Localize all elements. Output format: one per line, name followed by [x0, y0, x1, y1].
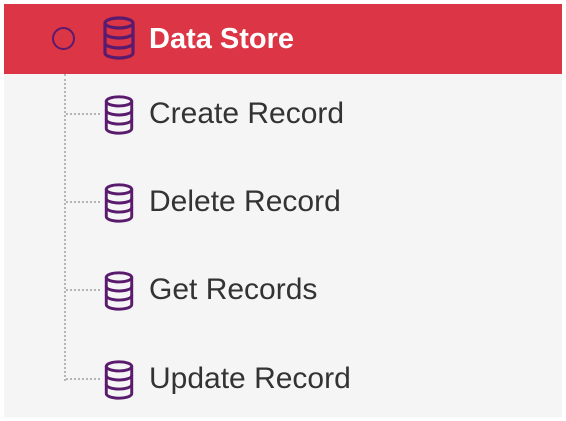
- expand-collapse-icon[interactable]: [52, 27, 75, 50]
- tree-view: Data Store Create Record Delete Record G…: [4, 4, 562, 417]
- database-icon: [104, 95, 134, 135]
- tree-item-delete-record[interactable]: Delete Record: [4, 172, 562, 232]
- tree-item-label: Get Records: [149, 273, 318, 306]
- tree-item-get-records[interactable]: Get Records: [4, 260, 562, 320]
- tree-item-create-record[interactable]: Create Record: [4, 84, 562, 144]
- database-icon: [104, 271, 134, 311]
- database-icon: [104, 183, 134, 223]
- tree-item-label: Delete Record: [149, 185, 341, 218]
- database-icon: [104, 360, 134, 400]
- tree-item-update-record[interactable]: Update Record: [4, 349, 562, 409]
- database-icon: [103, 16, 135, 60]
- tree-connector: [66, 113, 100, 115]
- tree-item-label: Update Record: [149, 362, 351, 395]
- tree-root-data-store[interactable]: Data Store: [4, 4, 562, 74]
- tree-connector: [66, 289, 100, 291]
- tree-item-label: Create Record: [149, 97, 345, 130]
- tree-root-label: Data Store: [149, 23, 295, 55]
- tree-connector: [66, 201, 100, 203]
- tree-connector: [66, 378, 100, 380]
